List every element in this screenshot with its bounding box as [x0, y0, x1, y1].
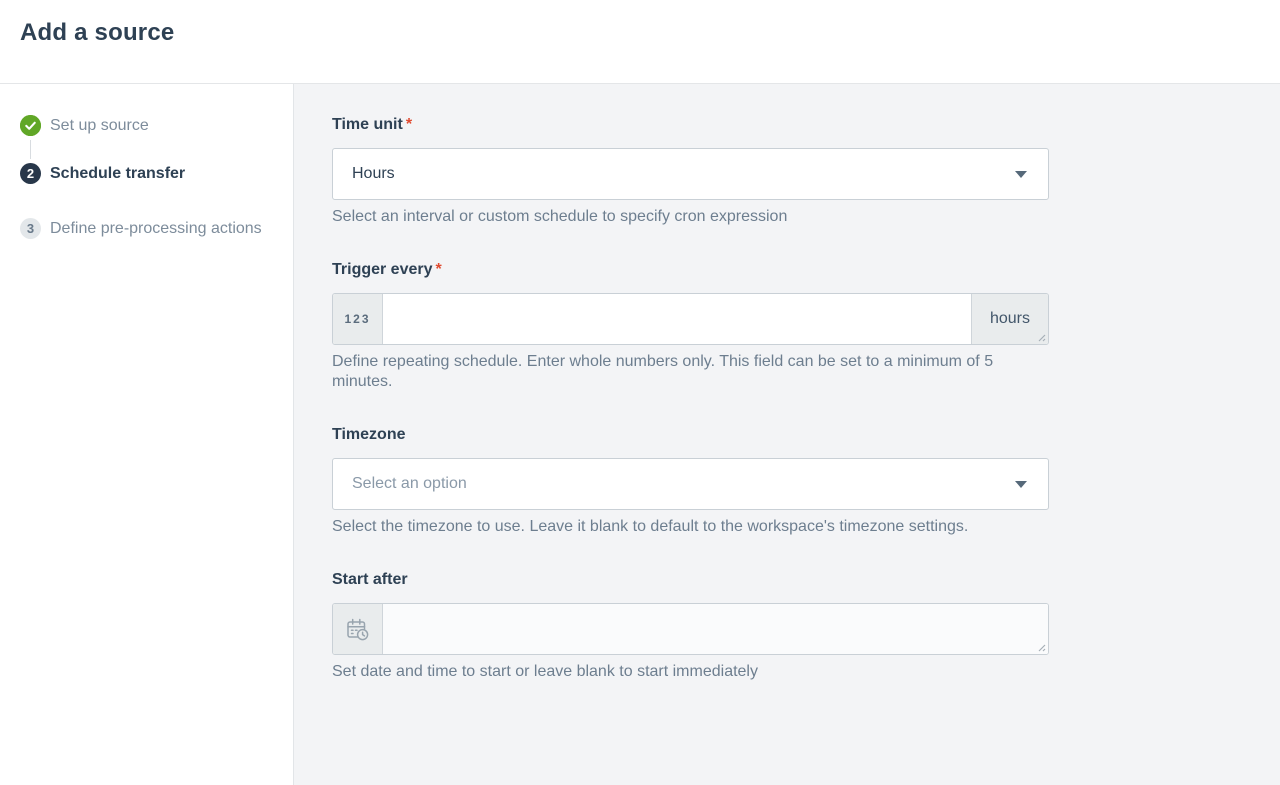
trigger-every-unit-suffix: hours: [971, 294, 1048, 344]
step-number-badge: 3: [20, 218, 41, 239]
time-unit-select[interactable]: Hours: [332, 148, 1049, 200]
time-unit-label: Time unit*: [332, 115, 1049, 134]
numeric-123-icon: 123: [333, 294, 383, 344]
step-label: Define pre-processing actions: [50, 220, 262, 238]
chevron-down-icon: [1015, 171, 1027, 178]
page-title: Add a source: [20, 19, 1260, 47]
required-asterisk: *: [436, 261, 442, 278]
timezone-field-group: Timezone Select an option Select the tim…: [332, 425, 1049, 537]
timezone-helper-text: Select the timezone to use. Leave it bla…: [332, 517, 1049, 537]
page-header: Add a source: [0, 0, 1280, 84]
calendar-clock-icon[interactable]: [333, 604, 383, 654]
timezone-label: Timezone: [332, 425, 1049, 444]
steps-sidebar: Set up source 2 Schedule transfer 3 Defi…: [0, 84, 294, 785]
step-schedule-transfer[interactable]: 2 Schedule transfer: [20, 163, 277, 184]
step-label: Set up source: [50, 117, 149, 135]
step-label: Schedule transfer: [50, 165, 185, 183]
step-define-pre-processing-actions[interactable]: 3 Define pre-processing actions: [20, 218, 277, 239]
step-set-up-source[interactable]: Set up source: [20, 115, 277, 136]
timezone-placeholder: Select an option: [352, 475, 467, 493]
start-after-input-group: [332, 603, 1049, 655]
step-connector-line: [30, 140, 31, 159]
timezone-select[interactable]: Select an option: [332, 458, 1049, 510]
required-asterisk: *: [406, 116, 412, 133]
step-completed-check-icon: [20, 115, 41, 136]
time-unit-field-group: Time unit* Hours Select an interval or c…: [332, 115, 1049, 227]
trigger-every-field-group: Trigger every* 123 hours Define repeatin…: [332, 260, 1049, 392]
trigger-every-label: Trigger every*: [332, 260, 1049, 279]
trigger-every-input[interactable]: [383, 294, 971, 344]
start-after-input[interactable]: [383, 604, 1048, 654]
resize-grip-icon[interactable]: [1035, 331, 1046, 342]
chevron-down-icon: [1015, 481, 1027, 488]
trigger-every-helper-text: Define repeating schedule. Enter whole n…: [332, 352, 1049, 392]
trigger-every-input-group: 123 hours: [332, 293, 1049, 345]
schedule-transfer-panel: Time unit* Hours Select an interval or c…: [294, 84, 1280, 785]
time-unit-helper-text: Select an interval or custom schedule to…: [332, 207, 1049, 227]
step-number-badge: 2: [20, 163, 41, 184]
time-unit-selected-value: Hours: [352, 165, 395, 183]
start-after-helper-text: Set date and time to start or leave blan…: [332, 662, 1049, 682]
start-after-field-group: Start after: [332, 570, 1049, 682]
start-after-label: Start after: [332, 570, 1049, 589]
